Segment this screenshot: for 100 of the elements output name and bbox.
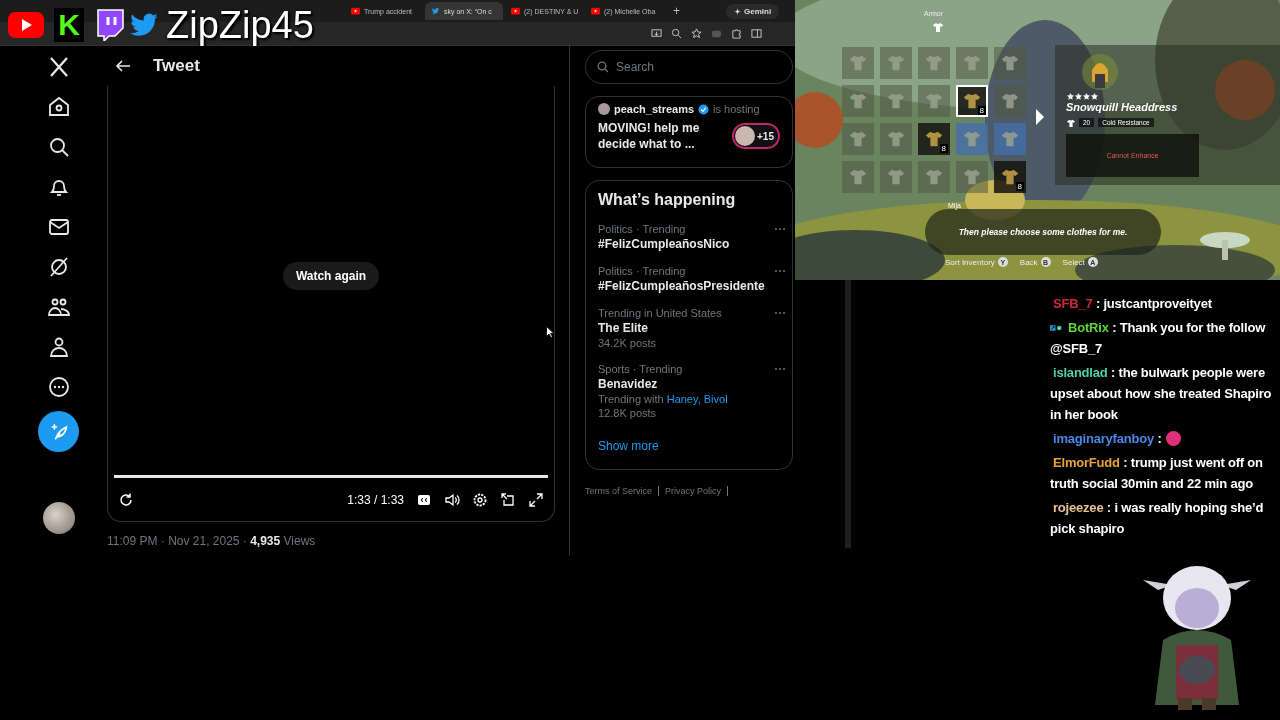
- inventory-slot[interactable]: [880, 123, 912, 155]
- page-title: Tweet: [153, 56, 200, 76]
- footer-link[interactable]: Privacy Policy: [665, 486, 729, 496]
- shirt-icon: [886, 91, 906, 111]
- tweet-meta: 11:09 PM · Nov 21, 2025 · 4,935 Views: [107, 534, 317, 548]
- trend-title[interactable]: #FelizCumpleañosPresidente: [598, 279, 765, 293]
- hosting-card[interactable]: peach_streams is hosting MOVING! help me decide what to ... +15: [585, 96, 793, 168]
- inventory-slot[interactable]: [956, 123, 988, 155]
- new-tab-button[interactable]: +: [665, 4, 688, 18]
- search-icon: [597, 61, 609, 73]
- shirt-icon: [1000, 167, 1020, 187]
- chat-message: ElmorFudd : trump just went off on truth social 30min and 22 min ago: [1050, 454, 1264, 493]
- inventory-slot[interactable]: [880, 161, 912, 193]
- shirt-icon: [924, 91, 944, 111]
- home-icon[interactable]: [46, 95, 71, 119]
- trend-title[interactable]: The Elite: [598, 321, 648, 335]
- chat-message: islandlad : the bulwark people were upset about how she treated Shapiro in her book: [1050, 364, 1273, 424]
- footer-link[interactable]: Terms of Service: [585, 486, 660, 496]
- twitch-icon: [94, 9, 124, 41]
- inventory-slot[interactable]: [994, 47, 1026, 79]
- trend-title[interactable]: #FelizCumpleañosNico: [598, 237, 730, 251]
- post-count: 34.2K posts: [598, 337, 657, 349]
- inventory-slot[interactable]: [842, 47, 874, 79]
- inventory-slot[interactable]: [842, 85, 874, 117]
- hint-label: Sort Inventory: [945, 257, 995, 267]
- inventory-slot[interactable]: 8: [918, 123, 950, 155]
- replay-icon[interactable]: [118, 491, 134, 508]
- zoom-icon[interactable]: [671, 28, 682, 39]
- back-arrow-icon[interactable]: [115, 58, 131, 74]
- shirt-icon: [886, 129, 906, 149]
- inventory-slot[interactable]: [880, 85, 912, 117]
- video-time: 1:33 / 1:33: [347, 492, 404, 507]
- shirt-icon: [962, 167, 982, 187]
- shirt-icon: [886, 167, 906, 187]
- volume-icon[interactable]: [444, 491, 460, 508]
- chat-message: imaginaryfanboy :: [1050, 428, 1278, 449]
- item-count: 8: [1015, 182, 1024, 191]
- viewer-pill[interactable]: +15: [732, 123, 780, 149]
- shirt-icon: [1000, 91, 1020, 111]
- inventory-slot[interactable]: [918, 161, 950, 193]
- pointer-icon: [546, 326, 554, 338]
- extension-icon[interactable]: [711, 28, 722, 39]
- more-icon[interactable]: [46, 375, 71, 399]
- shirt-icon: [924, 53, 944, 73]
- shirt-icon: [962, 91, 982, 111]
- trend-context: Trending in United States: [598, 307, 722, 319]
- trend-context: Sports · Trending: [598, 363, 683, 375]
- settings-icon[interactable]: [472, 491, 488, 508]
- show-more-link[interactable]: Show more: [598, 439, 780, 453]
- section-heading: What’s happening: [598, 191, 737, 209]
- inventory-slot[interactable]: [994, 85, 1026, 117]
- gemini-button[interactable]: Gemini: [726, 3, 780, 19]
- trend-title[interactable]: Benavidez: [598, 377, 658, 391]
- inventory-slot[interactable]: [842, 161, 874, 193]
- channel-name: ZipZip45: [166, 6, 314, 44]
- search-field[interactable]: Search: [585, 50, 793, 84]
- post-button[interactable]: [38, 411, 79, 452]
- watch-again-button[interactable]: Watch again: [282, 261, 380, 290]
- inventory-slot[interactable]: [842, 123, 874, 155]
- inventory-slot[interactable]: [956, 47, 988, 79]
- scrollbar[interactable]: [845, 280, 851, 548]
- profile-avatar[interactable]: [42, 502, 75, 534]
- trend-context: Politics · Trending: [598, 265, 686, 277]
- puzzle-icon[interactable]: [731, 28, 742, 39]
- youtube-icon: [591, 7, 600, 15]
- hint-label: Select: [1062, 257, 1085, 267]
- hint-label: Back: [1019, 257, 1038, 267]
- inventory-slot[interactable]: 8: [994, 161, 1026, 193]
- trend-context: Politics · Trending: [598, 223, 686, 235]
- inventory-slot[interactable]: [918, 47, 950, 79]
- emote-icon: [1165, 431, 1181, 446]
- shirt-icon: [924, 167, 944, 187]
- side-panel-icon[interactable]: [751, 28, 762, 39]
- youtube-icon: [511, 7, 520, 15]
- shirt-icon[interactable]: [933, 22, 943, 32]
- user-avatar: [598, 103, 610, 115]
- item-name: Snowquill Headdress: [1066, 101, 1178, 113]
- item-count: 8: [977, 106, 986, 115]
- shirt-icon: [1067, 118, 1075, 127]
- chevron-icon[interactable]: [1035, 108, 1045, 126]
- install-icon[interactable]: [651, 28, 662, 39]
- inventory-slot[interactable]: [956, 161, 988, 193]
- inventory-slot[interactable]: [918, 85, 950, 117]
- chat-message: SFB_7 : justcantproveityet: [1052, 295, 1213, 313]
- shirt-icon: [924, 129, 944, 149]
- inventory-slot[interactable]: 8: [956, 85, 988, 117]
- picture-in-picture-icon[interactable]: [500, 491, 516, 508]
- sparkle-icon: [734, 7, 741, 15]
- star-icon[interactable]: [691, 28, 702, 39]
- youtube-icon: [351, 7, 360, 15]
- bird-icon: [431, 7, 440, 15]
- inventory-slot[interactable]: [994, 123, 1026, 155]
- shirt-icon: [848, 91, 868, 111]
- shirt-icon: [962, 129, 982, 149]
- helmet-icon: [1080, 52, 1120, 92]
- trending-with-text: Trending with Haney, Bivol: [598, 393, 728, 405]
- hosting-status: is hosting: [713, 103, 760, 115]
- fullscreen-icon[interactable]: [528, 491, 544, 508]
- inventory-slot[interactable]: [880, 47, 912, 79]
- trend-link[interactable]: Haney, Bivol: [666, 393, 728, 405]
